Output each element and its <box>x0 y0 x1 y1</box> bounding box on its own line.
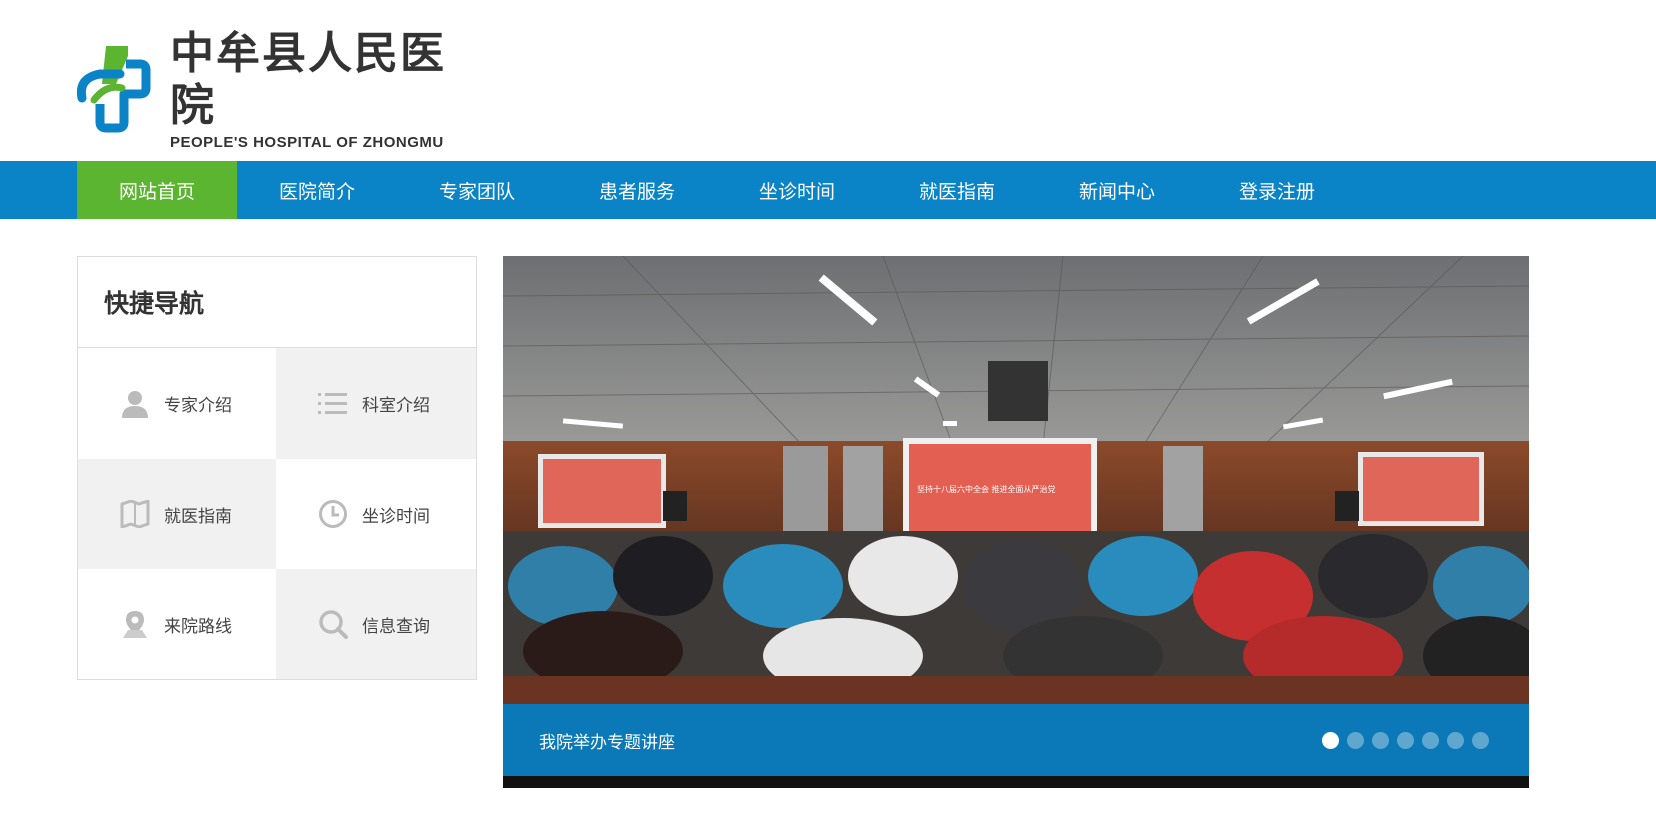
slider-pagination <box>1322 731 1489 749</box>
nav-item-news[interactable]: 新闻中心 <box>1037 161 1197 219</box>
hospital-cross-logo-icon <box>76 44 152 134</box>
image-slider[interactable]: 坚持十八届六中全会 推进全面从严治党 我院举办专题讲座 <box>503 256 1529 788</box>
logo-chinese-name: 中牟县人民医院 <box>170 27 446 131</box>
slider-dot-3[interactable] <box>1372 731 1389 749</box>
quick-link-departments[interactable]: 科室介绍 <box>276 348 476 459</box>
nav-item-about[interactable]: 医院简介 <box>237 161 397 219</box>
clock-icon <box>318 499 348 529</box>
slider-dot-6[interactable] <box>1447 731 1464 749</box>
site-header: 中牟县人民医院 PEOPLE'S HOSPITAL OF ZHONGMU <box>0 0 1656 161</box>
search-icon <box>318 609 348 639</box>
quick-link-label: 就医指南 <box>164 506 232 527</box>
slider-dot-1[interactable] <box>1322 731 1339 749</box>
logo-english-name: PEOPLE'S HOSPITAL OF ZHONGMU <box>170 133 444 151</box>
main-nav: 网站首页 医院简介 专家团队 患者服务 坐诊时间 就医指南 新闻中心 登录注册 <box>0 161 1656 219</box>
quick-link-label: 专家介绍 <box>164 396 232 416</box>
nav-item-schedule[interactable]: 坐诊时间 <box>717 161 877 219</box>
slider-dot-5[interactable] <box>1422 731 1439 749</box>
book-icon <box>120 499 150 529</box>
nav-item-experts[interactable]: 专家团队 <box>397 161 557 219</box>
nav-item-guide[interactable]: 就医指南 <box>877 161 1037 219</box>
site-logo[interactable]: 中牟县人民医院 PEOPLE'S HOSPITAL OF ZHONGMU <box>76 28 446 151</box>
nav-item-home[interactable]: 网站首页 <box>77 161 237 219</box>
quick-link-search[interactable]: 信息查询 <box>276 569 476 679</box>
quick-nav-panel: 快捷导航 专家介绍 科室介绍 就医指南 坐诊时间 来院路线 信息查询 <box>77 256 477 680</box>
quick-link-route[interactable]: 来院路线 <box>78 569 276 679</box>
slider-bottom-edge <box>503 776 1529 788</box>
quick-link-label: 来院路线 <box>164 616 232 637</box>
quick-link-label: 坐诊时间 <box>362 506 430 527</box>
person-icon <box>120 389 150 419</box>
slider-dot-7[interactable] <box>1472 731 1489 749</box>
slider-dot-2[interactable] <box>1347 731 1364 749</box>
quick-link-schedule[interactable]: 坐诊时间 <box>276 459 476 569</box>
slide-caption[interactable]: 我院举办专题讲座 <box>539 728 675 753</box>
nav-item-patient-services[interactable]: 患者服务 <box>557 161 717 219</box>
list-icon <box>318 389 348 419</box>
quick-link-label: 科室介绍 <box>362 396 430 416</box>
nav-item-login[interactable]: 登录注册 <box>1197 161 1357 219</box>
slide-photo-lecture-hall: 坚持十八届六中全会 推进全面从严治党 <box>503 256 1529 704</box>
quick-link-experts[interactable]: 专家介绍 <box>78 348 276 459</box>
quick-nav-title: 快捷导航 <box>78 257 476 348</box>
slide-caption-bar: 我院举办专题讲座 <box>503 704 1529 776</box>
quick-link-guide[interactable]: 就医指南 <box>78 459 276 569</box>
screen-banner-text: 坚持十八届六中全会 推进全面从严治党 <box>917 484 1056 494</box>
location-pin-icon <box>120 609 150 639</box>
slider-dot-4[interactable] <box>1397 731 1414 749</box>
quick-link-label: 信息查询 <box>362 616 430 637</box>
